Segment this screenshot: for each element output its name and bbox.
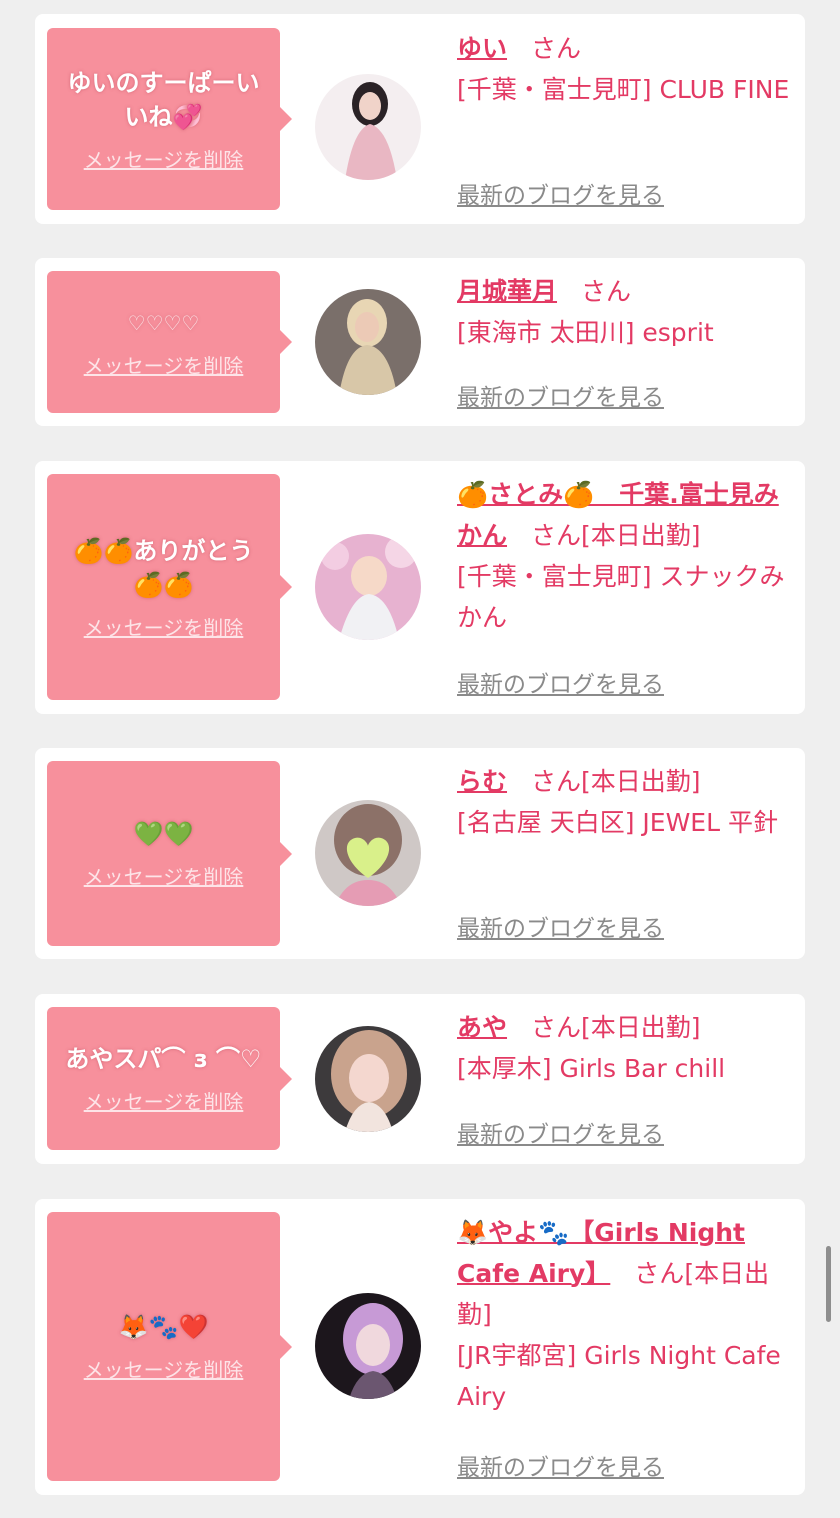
latest-blog-link[interactable]: 最新のブログを見る (457, 665, 664, 699)
avatar[interactable] (315, 1293, 421, 1399)
message-text: 🍊🍊ありがとう🍊🍊 (73, 536, 254, 599)
honorific: さん (634, 1259, 685, 1288)
sender-name-link[interactable]: らむ (457, 767, 507, 796)
sender-info: らむ さん[本日出勤] [名古屋 天白区] JEWEL 平針 (457, 761, 797, 843)
latest-blog-link[interactable]: 最新のブログを見る (457, 909, 664, 943)
message-bubble: ♡♡♡♡ メッセージを削除 (47, 271, 292, 413)
message-card: ♡♡♡♡ メッセージを削除 月城華月 さん [東海市 太田川] esprit 最新… (35, 258, 805, 426)
status: [本日出勤] (581, 1013, 701, 1042)
sender-name-link[interactable]: あや (457, 1013, 507, 1042)
sender-name-link[interactable]: 月城華月 (457, 277, 557, 306)
message-card: あやスパ⌒ з ⌒♡ メッセージを削除 あや さん[本日出勤] [本厚木] Gir… (35, 994, 805, 1164)
shop-location: [名古屋 天白区] JEWEL 平針 (457, 808, 778, 837)
latest-blog-link[interactable]: 最新のブログを見る (457, 378, 664, 412)
message-card: 💚💚 メッセージを削除 らむ さん[本日出勤] [名古屋 天白区] JEWEL 平… (35, 748, 805, 959)
delete-message-link[interactable]: メッセージを削除 (84, 144, 244, 173)
status: [本日出勤] (581, 521, 701, 550)
sender-info: 🍊さとみ🍊 千葉.富士見みかん さん[本日出勤] [千葉・富士見町] スナックみか… (457, 474, 797, 638)
honorific: さん (531, 521, 582, 550)
status: [本日出勤] (581, 767, 701, 796)
sender-info: 月城華月 さん [東海市 太田川] esprit (457, 271, 797, 353)
delete-message-link[interactable]: メッセージを削除 (84, 1354, 244, 1383)
avatar[interactable] (315, 800, 421, 906)
message-bubble: ゆいのすーぱーいいね💞 メッセージを削除 (47, 28, 292, 210)
honorific: さん (581, 277, 632, 306)
message-card: ゆいのすーぱーいいね💞 メッセージを削除 ゆい さん [千葉・富士見町] CLUB… (35, 14, 805, 224)
delete-message-link[interactable]: メッセージを削除 (84, 1086, 244, 1115)
delete-message-link[interactable]: メッセージを削除 (84, 612, 244, 641)
delete-message-link[interactable]: メッセージを削除 (84, 861, 244, 890)
honorific: さん (531, 767, 582, 796)
message-bubble: 🍊🍊ありがとう🍊🍊 メッセージを削除 (47, 474, 292, 700)
shop-location: [千葉・富士見町] スナックみかん (457, 562, 785, 632)
message-card: 🦊🐾❤️ メッセージを削除 🦊やよ🐾【Girls Night Cafe Airy… (35, 1199, 805, 1495)
message-card: 🍊🍊ありがとう🍊🍊 メッセージを削除 🍊さとみ🍊 千葉.富士見みかん さん[本日出… (35, 461, 805, 714)
sender-info: ゆい さん [千葉・富士見町] CLUB FINE (457, 28, 797, 110)
avatar[interactable] (315, 1026, 421, 1132)
sender-info: あや さん[本日出勤] [本厚木] Girls Bar chill (457, 1007, 797, 1089)
shop-location: [JR宇都宮] Girls Night Cafe Airy (457, 1341, 781, 1411)
message-text: ♡♡♡♡ (127, 310, 200, 335)
message-text: 💚💚 (133, 820, 194, 848)
avatar[interactable] (315, 74, 421, 180)
avatar[interactable] (315, 289, 421, 395)
latest-blog-link[interactable]: 最新のブログを見る (457, 1448, 664, 1482)
sender-name-link[interactable]: ゆい (457, 34, 507, 63)
message-bubble: あやスパ⌒ з ⌒♡ メッセージを削除 (47, 1007, 292, 1150)
shop-location: [本厚木] Girls Bar chill (457, 1054, 726, 1083)
shop-location: [千葉・富士見町] CLUB FINE (457, 75, 790, 104)
message-text: ゆいのすーぱーいいね💞 (67, 68, 260, 131)
message-bubble: 🦊🐾❤️ メッセージを削除 (47, 1212, 292, 1481)
sender-info: 🦊やよ🐾【Girls Night Cafe Airy】 さん[本日出勤] [JR宇… (457, 1212, 797, 1417)
message-text: あやスパ⌒ з ⌒♡ (65, 1045, 262, 1073)
message-text: 🦊🐾❤️ (118, 1313, 209, 1341)
shop-location: [東海市 太田川] esprit (457, 318, 714, 347)
avatar[interactable] (315, 534, 421, 640)
latest-blog-link[interactable]: 最新のブログを見る (457, 176, 664, 210)
honorific: さん (531, 34, 582, 63)
scrollbar[interactable] (826, 1246, 831, 1322)
delete-message-link[interactable]: メッセージを削除 (84, 350, 244, 379)
message-bubble: 💚💚 メッセージを削除 (47, 761, 292, 946)
honorific: さん (531, 1013, 582, 1042)
latest-blog-link[interactable]: 最新のブログを見る (457, 1115, 664, 1149)
